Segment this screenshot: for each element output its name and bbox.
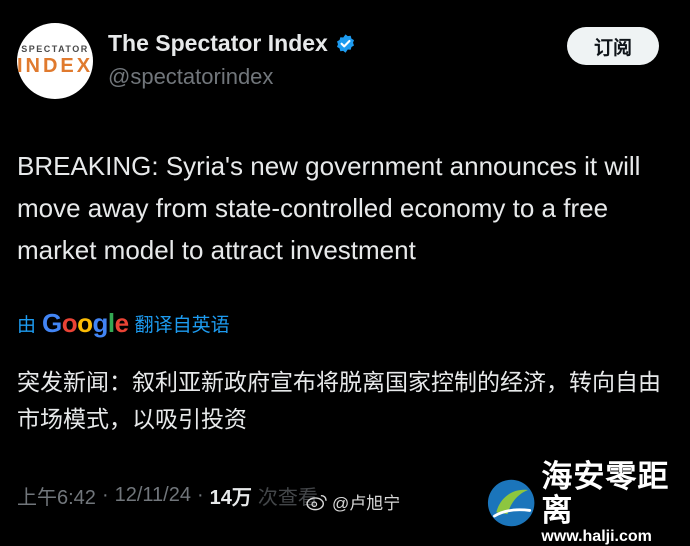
translate-prefix: 由 bbox=[17, 315, 37, 336]
avatar-text-top: SPECTATOR bbox=[21, 44, 89, 54]
profile-name[interactable]: The Spectator Index bbox=[108, 30, 328, 57]
google-logo: Google bbox=[42, 308, 129, 338]
weibo-watermark-text: @卢旭宁 bbox=[332, 494, 401, 513]
tweet-meta: 上午6:42 · 12/11/24 · 14万 次查看 bbox=[17, 481, 318, 510]
subscribe-button[interactable]: 订阅 bbox=[567, 27, 659, 65]
profile-name-row: The Spectator Index bbox=[108, 30, 356, 57]
translate-suffix: 翻译自英语 bbox=[134, 315, 230, 336]
verified-badge-icon bbox=[336, 34, 354, 53]
weibo-icon bbox=[306, 494, 327, 510]
tweet-date[interactable]: 12/11/24 bbox=[115, 484, 191, 507]
profile-handle[interactable]: @spectatorindex bbox=[108, 64, 273, 90]
weibo-watermark: @卢旭宁 bbox=[306, 489, 400, 514]
meta-separator: · bbox=[101, 484, 109, 506]
site-watermark-logo-icon bbox=[487, 479, 535, 527]
profile-avatar[interactable]: SPECTATOR INDEX bbox=[17, 23, 93, 99]
site-watermark-url: www.halji.com bbox=[541, 528, 652, 545]
translate-attribution[interactable]: 由 Google 翻译自英语 bbox=[17, 308, 230, 339]
site-watermark: 海安零距离 www.halji.com bbox=[487, 460, 690, 546]
views-count: 14万 bbox=[209, 487, 252, 509]
tweet-time[interactable]: 上午6:42 bbox=[17, 481, 96, 510]
tweet-text: BREAKING: Syria's new government announc… bbox=[17, 151, 641, 265]
meta-separator-2: · bbox=[196, 484, 204, 506]
translated-text: 突发新闻：叙利亚新政府宣布将脱离国家控制的经济，转向自由市场模式，以吸引投资 bbox=[17, 369, 661, 432]
avatar-text-bottom: INDEX bbox=[16, 55, 94, 77]
